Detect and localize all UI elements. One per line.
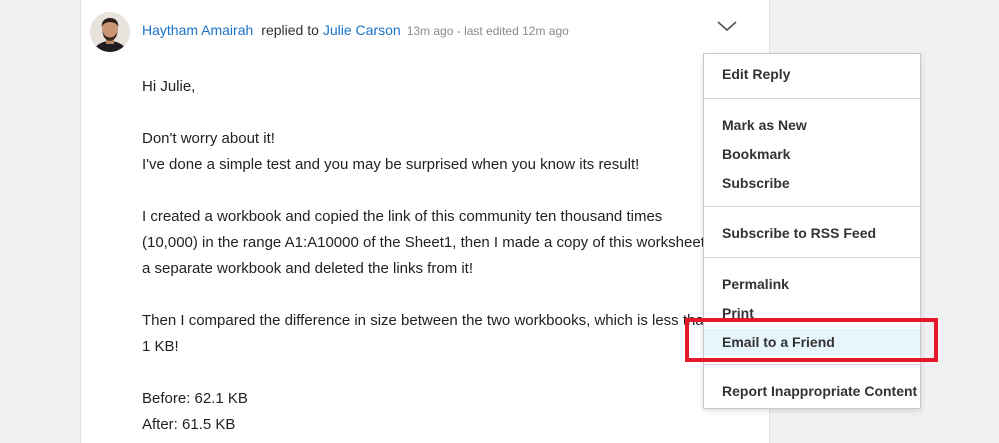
body-line: Then I compared the difference in size b… <box>142 312 713 329</box>
author-link[interactable]: Haytham Amairah <box>142 22 253 38</box>
menu-divider <box>704 364 920 365</box>
body-line: I've done a simple test and you may be s… <box>142 156 640 173</box>
body-line: I created a workbook and copied the link… <box>142 208 663 225</box>
menu-item-mark-as-new[interactable]: Mark as New <box>704 112 920 138</box>
menu-item-report-inappropriate-content[interactable]: Report Inappropriate Content <box>704 378 920 404</box>
menu-divider <box>704 257 920 258</box>
chevron-down-icon <box>717 21 737 32</box>
reply-timestamp: 13m ago - last edited 12m ago <box>406 24 569 38</box>
body-line: Don't worry about it! <box>142 130 275 147</box>
options-dropdown-menu: Edit Reply Mark as New Bookmark Subscribe Su… <box>703 53 921 409</box>
menu-item-subscribe-to-rss-feed[interactable]: Subscribe to RSS Feed <box>704 220 920 246</box>
reply-body: Hi Julie, Don't worry about it! I've done … <box>142 74 770 438</box>
options-menu-button[interactable] <box>716 18 738 34</box>
recipient-link[interactable]: Julie Carson <box>323 22 401 38</box>
menu-divider <box>704 206 920 207</box>
body-line: 1 KB! <box>142 338 179 355</box>
body-line: After: 61.5 KB <box>142 416 236 433</box>
reply-byline: Haytham Amairah replied to Julie Carson 13m… <box>142 22 569 38</box>
menu-item-email-to-a-friend[interactable]: Email to a Friend <box>704 329 920 355</box>
body-line: (10,000) in the range A1:A10000 of the S… <box>142 234 721 251</box>
menu-item-permalink[interactable]: Permalink <box>704 271 920 297</box>
reply-verb: replied to <box>261 22 319 38</box>
body-line: a separate workbook and deleted the link… <box>142 260 474 277</box>
body-line: Before: 62.1 KB <box>142 390 248 407</box>
user-avatar-photo <box>90 12 130 52</box>
body-line: Hi Julie, <box>142 78 196 95</box>
menu-item-print[interactable]: Print <box>704 300 920 326</box>
menu-item-subscribe[interactable]: Subscribe <box>704 170 920 196</box>
menu-item-edit-reply[interactable]: Edit Reply <box>704 61 920 87</box>
menu-divider <box>704 98 920 99</box>
avatar[interactable] <box>90 12 130 52</box>
menu-item-bookmark[interactable]: Bookmark <box>704 141 920 167</box>
